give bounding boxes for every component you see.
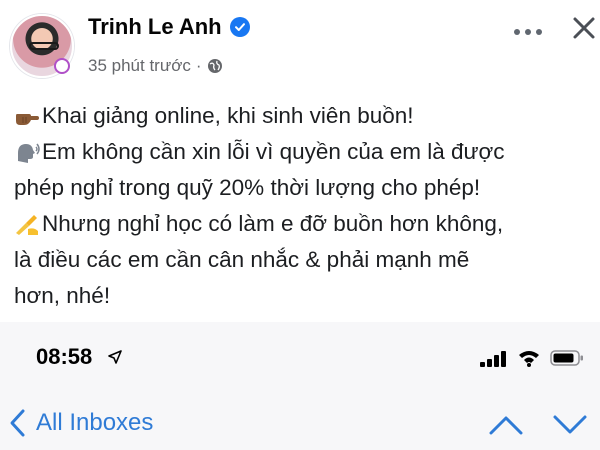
post-line-text: Em không cần xin lỗi vì quyền của em là … [42,139,505,164]
post-line-text: Khai giảng online, khi sinh viên buồn! [42,103,414,128]
post-timestamp[interactable]: 35 phút trước [88,56,191,76]
close-button[interactable] [570,14,598,42]
status-bar: 08:58 [0,322,600,388]
post-line: Nhưng nghỉ học có làm e đỡ buồn hơn khôn… [14,206,594,242]
post-line: Khai giảng online, khi sinh viên buồn! [14,98,594,134]
close-icon [573,17,595,39]
speaking-head-emoji [14,139,40,165]
chevron-down-icon [553,415,587,434]
mail-nav-bar: All Inboxes [0,408,600,448]
backhand-pointing-right-emoji [14,103,40,129]
globe-icon [207,58,223,74]
location-arrow-icon [108,350,122,364]
chevron-up-icon [489,416,523,435]
back-to-inboxes-button[interactable]: All Inboxes [8,408,153,438]
cellular-signal-icon [478,351,510,367]
post-line: là điều các em cần cân nhắc & phải mạnh … [14,242,594,278]
more-options-button[interactable] [510,22,546,42]
post-line-text: Nhưng nghỉ học có làm e đỡ buồn hơn khôn… [42,211,504,236]
post-meta: 35 phút trước · [88,56,223,76]
back-label: All Inboxes [36,409,154,436]
previous-message-button[interactable] [488,414,524,436]
post-line: phép nghỉ trong quỹ 20% thời lượng cho p… [14,170,594,206]
avatar-glasses [29,42,59,50]
writing-hand-emoji [14,211,40,237]
chevron-left-icon [8,408,26,438]
post-line-text: là điều các em cần cân nhắc & phải mạnh … [14,247,470,272]
verified-badge-icon [229,17,250,37]
post-line: hơn, nhé! [14,278,594,314]
status-time: 08:58 [36,344,93,369]
dot-icon [525,29,531,35]
post-text: Khai giảng online, khi sinh viên buồn! E… [14,98,594,314]
post-line-text: phép nghỉ trong quỹ 20% thời lượng cho p… [14,175,481,200]
author-name[interactable]: Trinh Le Anh [88,14,222,40]
phone-mail-screen: 08:58 All Inboxes [0,322,600,450]
meta-separator: · [195,56,202,75]
next-message-button[interactable] [552,414,588,436]
avatar-frame-badge [54,58,70,74]
facebook-post: Trinh Le Anh 35 phút trước · Khai giảng … [0,0,600,322]
wifi-icon [518,349,540,367]
author-row: Trinh Le Anh [88,14,250,40]
dot-icon [536,29,542,35]
battery-icon [550,350,584,366]
post-line-text: hơn, nhé! [14,283,111,308]
post-line: Em không cần xin lỗi vì quyền của em là … [14,134,594,170]
dot-icon [514,29,520,35]
